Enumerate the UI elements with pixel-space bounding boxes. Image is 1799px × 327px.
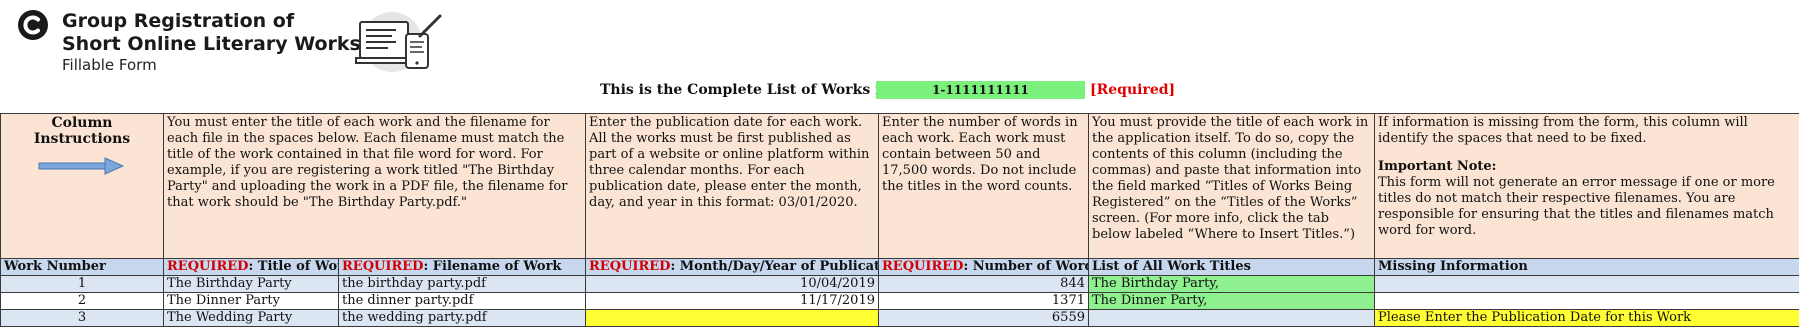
work-number-cell: 1 (1, 276, 164, 293)
form-title-block: Group Registration of Short Online Liter… (62, 10, 361, 75)
required-marker: [Required] (1090, 82, 1175, 98)
filename-cell[interactable]: the wedding party.pdf (339, 310, 586, 327)
words-cell[interactable]: 6559 (879, 310, 1089, 327)
filename-cell[interactable]: the dinner party.pdf (339, 293, 586, 310)
work-number-cell: 3 (1, 310, 164, 327)
instructions-row: Column Instructions You must enter the t… (1, 114, 1799, 259)
list-title-cell: The Birthday Party, (1089, 276, 1375, 293)
date-cell[interactable]: 11/17/2019 (586, 293, 879, 310)
table-row: 1 The Birthday Party the birthday party.… (1, 276, 1799, 293)
date-cell[interactable] (586, 310, 879, 327)
complete-list-row: This is the Complete List of Works for: … (0, 80, 1799, 104)
header-missing: Missing Information (1375, 259, 1799, 276)
words-cell[interactable]: 844 (879, 276, 1089, 293)
works-table: Column Instructions You must enter the t… (0, 113, 1799, 327)
table-row: 2 The Dinner Party the dinner party.pdf … (1, 293, 1799, 310)
form-title-line-2: Short Online Literary Works (62, 33, 361, 56)
missing-instructions: If information is missing from the form,… (1375, 114, 1799, 259)
list-instructions: You must provide the title of each work … (1089, 114, 1375, 259)
table-row: 3 The Wedding Party the wedding party.pd… (1, 310, 1799, 327)
missing-info-cell (1375, 293, 1799, 310)
copyright-logo-icon (16, 8, 50, 42)
column-instructions-label: Column Instructions (4, 115, 160, 147)
words-instructions: Enter the number of words in each work. … (879, 114, 1089, 259)
header-words: REQUIRED: Number of Words (879, 259, 1089, 276)
missing-info-cell: Please Enter the Publication Date for th… (1375, 310, 1799, 327)
words-cell[interactable]: 1371 (879, 293, 1089, 310)
list-title-cell: The Dinner Party, (1089, 293, 1375, 310)
header-date: REQUIRED: Month/Day/Year of Publication (586, 259, 879, 276)
date-instructions: Enter the publication date for each work… (586, 114, 879, 259)
missing-intro: If information is missing from the form,… (1378, 115, 1796, 147)
date-cell[interactable]: 10/04/2019 (586, 276, 879, 293)
header-words-text: : Number of Words (963, 259, 1088, 274)
form-title-line-1: Group Registration of (62, 10, 361, 33)
important-note-heading: Important Note: (1378, 159, 1796, 175)
computer-tablet-form-icon (352, 6, 448, 80)
required-label: REQUIRED (342, 259, 423, 274)
complete-list-label: This is the Complete List of Works for: (600, 82, 903, 98)
header-filename: REQUIRED: Filename of Work (339, 259, 586, 276)
instructions-label-cell: Column Instructions (1, 114, 164, 259)
title-cell[interactable]: The Wedding Party (164, 310, 339, 327)
header-title-text: : Title of Work (248, 259, 338, 274)
right-arrow-icon (37, 157, 127, 175)
header-work-number: Work Number (1, 259, 164, 276)
column-header-row: Work Number REQUIRED: Title of Work REQU… (1, 259, 1799, 276)
registration-number-field[interactable]: 1-1111111111 (876, 81, 1085, 99)
title-filename-instructions: You must enter the title of each work an… (164, 114, 586, 259)
work-number-cell: 2 (1, 293, 164, 310)
required-label: REQUIRED (167, 259, 248, 274)
missing-info-cell (1375, 276, 1799, 293)
important-note-body: This form will not generate an error mes… (1378, 175, 1796, 239)
required-label: REQUIRED (589, 259, 670, 274)
header-list: List of All Work Titles (1089, 259, 1375, 276)
header-filename-text: : Filename of Work (423, 259, 561, 274)
list-title-cell (1089, 310, 1375, 327)
title-cell[interactable]: The Dinner Party (164, 293, 339, 310)
filename-cell[interactable]: the birthday party.pdf (339, 276, 586, 293)
header-title: REQUIRED: Title of Work (164, 259, 339, 276)
form-subtitle: Fillable Form (62, 56, 361, 75)
required-label: REQUIRED (882, 259, 963, 274)
title-cell[interactable]: The Birthday Party (164, 276, 339, 293)
header-date-text: : Month/Day/Year of Publication (670, 259, 878, 274)
